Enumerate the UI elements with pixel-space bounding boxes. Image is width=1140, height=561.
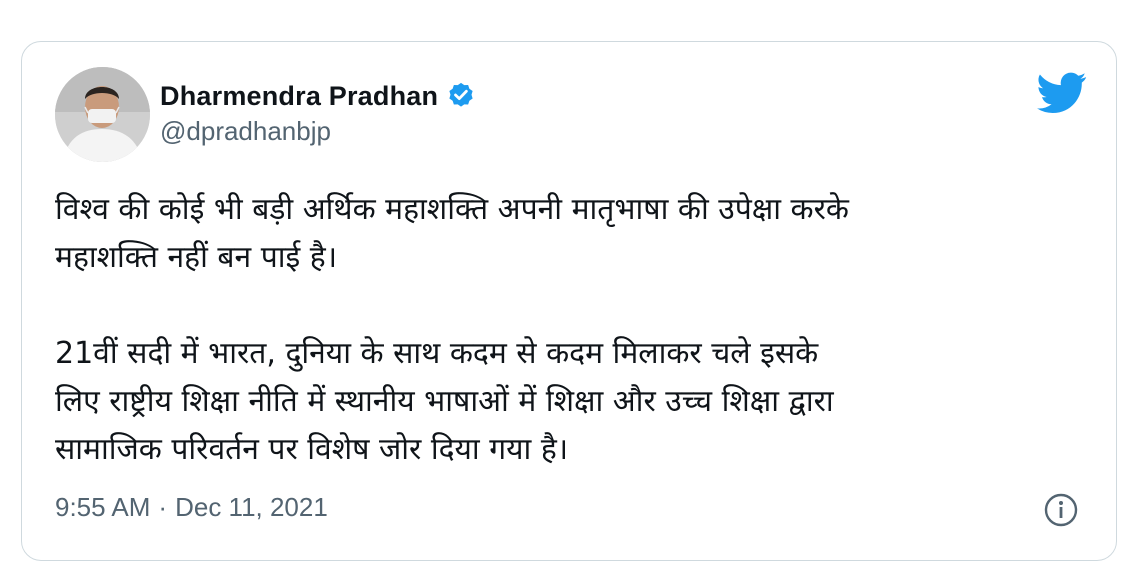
tweet-line: सामाजिक परिवर्तन पर विशेष जोर दिया गया ह… (55, 432, 569, 467)
author-name-row[interactable]: Dharmendra Pradhan (160, 74, 476, 118)
tweet-date[interactable]: Dec 11, 2021 (175, 492, 328, 523)
tweet-time[interactable]: 9:55 AM (55, 492, 150, 523)
avatar[interactable] (55, 67, 150, 162)
twitter-bird-icon[interactable] (1037, 72, 1087, 114)
verified-badge-icon (449, 82, 473, 107)
avatar-image (55, 67, 150, 162)
author-display-name[interactable]: Dharmendra Pradhan (160, 81, 438, 112)
tweet-line: विश्व की कोई भी बड़ी अर्थिक महाशक्ति अपन… (55, 192, 849, 227)
tweet-text: विश्व की कोई भी बड़ी अर्थिक महाशक्ति अपन… (55, 186, 1075, 474)
tweet-line: महाशक्ति नहीं बन पाई है। (55, 240, 338, 275)
tweet-timestamp[interactable]: 9:55 AM · Dec 11, 2021 (55, 492, 328, 523)
author-handle[interactable]: @dpradhanbjp (160, 116, 331, 147)
tweet-line: 21वीं सदी में भारत, दुनिया के साथ कदम से… (55, 336, 819, 371)
tweet-line: लिए राष्ट्रीय शिक्षा नीति में स्थानीय भा… (55, 384, 834, 419)
timestamp-separator: · (158, 492, 168, 522)
info-icon[interactable] (1043, 492, 1079, 528)
